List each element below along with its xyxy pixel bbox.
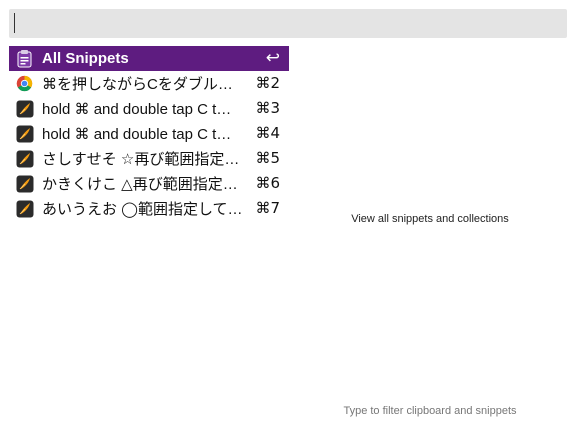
list-item-shortcut: ⌘6 — [255, 174, 280, 192]
search-input[interactable] — [9, 9, 567, 38]
list-item-label: かきくけこ △再び範囲指定… — [42, 176, 238, 193]
list-item-label: hold ⌘ and double tap C t… — [42, 125, 232, 143]
quill-app-icon — [15, 174, 34, 193]
list-item-label: さしすせそ ☆再び範囲指定… — [42, 151, 240, 168]
return-key-icon: ↩ — [265, 48, 280, 68]
quill-app-icon — [15, 124, 34, 143]
quill-app-icon — [15, 149, 34, 168]
preview-description: View all snippets and collections — [351, 213, 509, 225]
clipboard-snippets-window: All Snippets ↩ ⌘を押しながらCをダブル… ⌘2 hold ⌘ a… — [0, 0, 577, 429]
chrome-icon — [15, 74, 34, 93]
list-item-label: All Snippets — [42, 50, 129, 67]
list-item-all-snippets[interactable]: All Snippets ↩ — [9, 46, 289, 71]
list-item-shortcut: ⌘2 — [255, 74, 280, 92]
list-item-shortcut: ⌘5 — [255, 149, 280, 167]
snippets-clipboard-icon — [15, 49, 34, 68]
list-item-clipboard-4[interactable]: hold ⌘ and double tap C t… ⌘4 — [9, 121, 289, 146]
footer-hint: Type to filter clipboard and snippets — [343, 405, 517, 417]
list-item-shortcut: ⌘3 — [255, 99, 280, 117]
search-bar[interactable] — [9, 9, 567, 38]
list-item-clipboard-6[interactable]: かきくけこ △再び範囲指定… ⌘6 — [9, 171, 289, 196]
list-item-label: hold ⌘ and double tap C t… — [42, 100, 232, 118]
text-caret — [14, 13, 15, 33]
quill-app-icon — [15, 199, 34, 218]
list-item-shortcut: ⌘4 — [255, 124, 280, 142]
list-item-clipboard-2[interactable]: ⌘を押しながらCをダブル… ⌘2 — [9, 71, 289, 96]
list-item-clipboard-3[interactable]: hold ⌘ and double tap C t… ⌘3 — [9, 96, 289, 121]
list-item-shortcut: ⌘7 — [255, 199, 280, 217]
list-item-label: ⌘を押しながらCをダブル… — [42, 76, 233, 93]
list-item-clipboard-5[interactable]: さしすせそ ☆再び範囲指定… ⌘5 — [9, 146, 289, 171]
results-list: All Snippets ↩ ⌘を押しながらCをダブル… ⌘2 hold ⌘ a… — [9, 46, 289, 221]
quill-app-icon — [15, 99, 34, 118]
list-item-clipboard-7[interactable]: あいうえお ◯範囲指定して… ⌘7 — [9, 196, 289, 221]
list-item-label: あいうえお ◯範囲指定して… — [42, 201, 242, 218]
